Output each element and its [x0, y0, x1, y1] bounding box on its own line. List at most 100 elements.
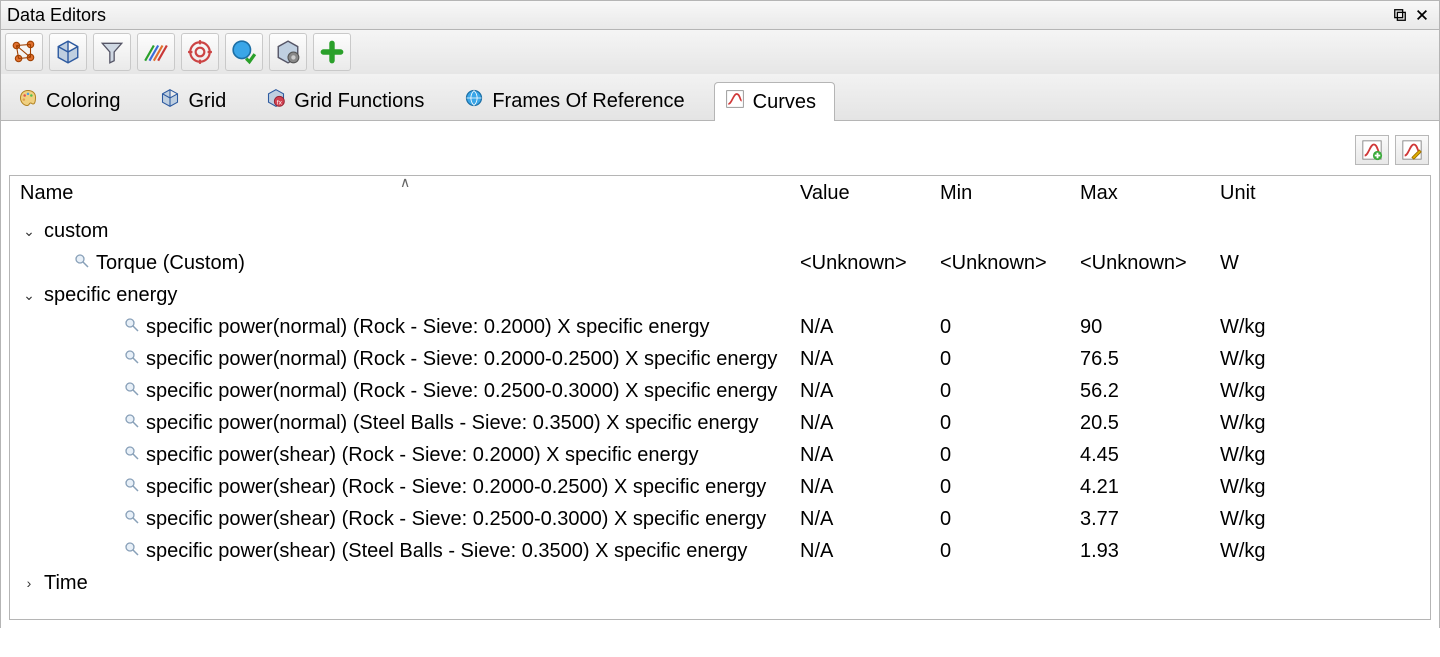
close-button[interactable]	[1411, 5, 1433, 25]
row-max: 3.77	[1080, 505, 1220, 533]
toolbar-add-button[interactable]	[313, 33, 351, 71]
tab-coloring[interactable]: Coloring	[7, 81, 139, 120]
tab-content: Name Value Min Max Unit ∧ ⌄customTorque …	[0, 121, 1440, 628]
row-min: 0	[940, 537, 1080, 565]
row-max: 76.5	[1080, 345, 1220, 373]
tab-label: Coloring	[46, 90, 120, 113]
toolbar-target-button[interactable]	[181, 33, 219, 71]
toolbar-cube-button[interactable]	[49, 33, 87, 71]
row-unit: W/kg	[1220, 313, 1420, 341]
row-min: 0	[940, 377, 1080, 405]
row-unit: W/kg	[1220, 441, 1420, 469]
row-name: specific power(shear) (Rock - Sieve: 0.2…	[146, 441, 698, 469]
magnifier-icon	[124, 377, 140, 405]
name-cell: specific power(normal) (Rock - Sieve: 0.…	[20, 313, 800, 341]
row-name: specific power(normal) (Rock - Sieve: 0.…	[146, 345, 777, 373]
tab-curves[interactable]: Curves	[714, 82, 835, 121]
name-cell: specific power(normal) (Steel Balls - Si…	[20, 409, 800, 437]
row-min: 0	[940, 473, 1080, 501]
row-max: 1.93	[1080, 537, 1220, 565]
name-cell: specific power(normal) (Rock - Sieve: 0.…	[20, 377, 800, 405]
row-name: specific power(normal) (Steel Balls - Si…	[146, 409, 758, 437]
row-name: Time	[44, 569, 88, 597]
table-row[interactable]: specific power(shear) (Rock - Sieve: 0.2…	[10, 439, 1430, 471]
tab-label: Frames Of Reference	[492, 90, 684, 113]
row-name: specific power(shear) (Steel Balls - Sie…	[146, 537, 747, 565]
table-row[interactable]: specific power(shear) (Steel Balls - Sie…	[10, 535, 1430, 567]
row-min: 0	[940, 345, 1080, 373]
toolbar-funnel-button[interactable]	[93, 33, 131, 71]
magnifier-icon	[124, 537, 140, 565]
row-value: N/A	[800, 345, 940, 373]
chevron-down-icon[interactable]: ⌄	[20, 217, 38, 245]
tab-grid-functions[interactable]: Grid Functions	[255, 81, 443, 120]
col-value[interactable]: Value	[800, 182, 940, 205]
row-name: specific power(normal) (Rock - Sieve: 0.…	[146, 377, 777, 405]
row-min: <Unknown>	[940, 249, 1080, 277]
name-cell: specific power(shear) (Rock - Sieve: 0.2…	[20, 441, 800, 469]
undock-button[interactable]	[1389, 5, 1411, 25]
name-cell: specific power(shear) (Rock - Sieve: 0.2…	[20, 473, 800, 501]
table-row[interactable]: specific power(shear) (Rock - Sieve: 0.2…	[10, 503, 1430, 535]
magnifier-icon	[74, 249, 90, 277]
table-row[interactable]: specific power(normal) (Steel Balls - Si…	[10, 407, 1430, 439]
col-unit[interactable]: Unit	[1220, 182, 1420, 205]
row-name: specific power(shear) (Rock - Sieve: 0.2…	[146, 505, 766, 533]
row-value: N/A	[800, 537, 940, 565]
row-max: 56.2	[1080, 377, 1220, 405]
tab-grid[interactable]: Grid	[149, 81, 245, 120]
magnifier-icon	[124, 473, 140, 501]
row-value: N/A	[800, 505, 940, 533]
chevron-down-icon[interactable]: ⌄	[20, 281, 38, 309]
table-group-row[interactable]: ›Time	[10, 567, 1430, 599]
cube-icon	[160, 88, 180, 114]
name-cell: specific power(shear) (Steel Balls - Sie…	[20, 537, 800, 565]
toolbar-lines-button[interactable]	[137, 33, 175, 71]
row-unit: W	[1220, 249, 1420, 277]
toolbar-network-button[interactable]	[5, 33, 43, 71]
row-value: N/A	[800, 313, 940, 341]
table-group-row[interactable]: ⌄custom	[10, 215, 1430, 247]
table-row[interactable]: specific power(normal) (Rock - Sieve: 0.…	[10, 343, 1430, 375]
table-row[interactable]: Torque (Custom)<Unknown><Unknown><Unknow…	[10, 247, 1430, 279]
chevron-right-icon[interactable]: ›	[20, 569, 38, 597]
row-min: 0	[940, 441, 1080, 469]
name-cell: Torque (Custom)	[20, 249, 800, 277]
tab-label: Grid	[188, 90, 226, 113]
name-cell: ›Time	[20, 569, 800, 597]
table-row[interactable]: specific power(normal) (Rock - Sieve: 0.…	[10, 311, 1430, 343]
name-cell: specific power(normal) (Rock - Sieve: 0.…	[20, 345, 800, 373]
row-unit: W/kg	[1220, 409, 1420, 437]
toolbar-cube-gear-button[interactable]	[269, 33, 307, 71]
table-row[interactable]: specific power(shear) (Rock - Sieve: 0.2…	[10, 471, 1430, 503]
row-max: 4.21	[1080, 473, 1220, 501]
row-value: N/A	[800, 473, 940, 501]
table-row[interactable]: specific power(normal) (Rock - Sieve: 0.…	[10, 375, 1430, 407]
table-body: ⌄customTorque (Custom)<Unknown><Unknown>…	[10, 211, 1430, 619]
row-min: 0	[940, 313, 1080, 341]
row-max: 4.45	[1080, 441, 1220, 469]
edit-curve-button[interactable]	[1395, 135, 1429, 165]
toolbar-globe-check-button[interactable]	[225, 33, 263, 71]
magnifier-icon	[124, 441, 140, 469]
table-header: Name Value Min Max Unit ∧	[10, 176, 1430, 211]
row-max: 20.5	[1080, 409, 1220, 437]
col-min[interactable]: Min	[940, 182, 1080, 205]
grid-func-icon	[266, 88, 286, 114]
magnifier-icon	[124, 409, 140, 437]
tabs-row: Coloring Grid Grid Functions Frames Of R…	[0, 74, 1440, 121]
row-unit: W/kg	[1220, 377, 1420, 405]
row-name: Torque (Custom)	[96, 249, 245, 277]
sort-caret-icon: ∧	[400, 174, 410, 191]
tab-frames-of-reference[interactable]: Frames Of Reference	[453, 81, 703, 120]
add-curve-button[interactable]	[1355, 135, 1389, 165]
title-bar: Data Editors	[0, 0, 1440, 30]
row-name: specific power(normal) (Rock - Sieve: 0.…	[146, 313, 710, 341]
name-cell: ⌄custom	[20, 217, 800, 245]
row-name: custom	[44, 217, 108, 245]
row-value: N/A	[800, 377, 940, 405]
curve-icon	[725, 89, 745, 115]
table-group-row[interactable]: ⌄specific energy	[10, 279, 1430, 311]
magnifier-icon	[124, 505, 140, 533]
col-max[interactable]: Max	[1080, 182, 1220, 205]
